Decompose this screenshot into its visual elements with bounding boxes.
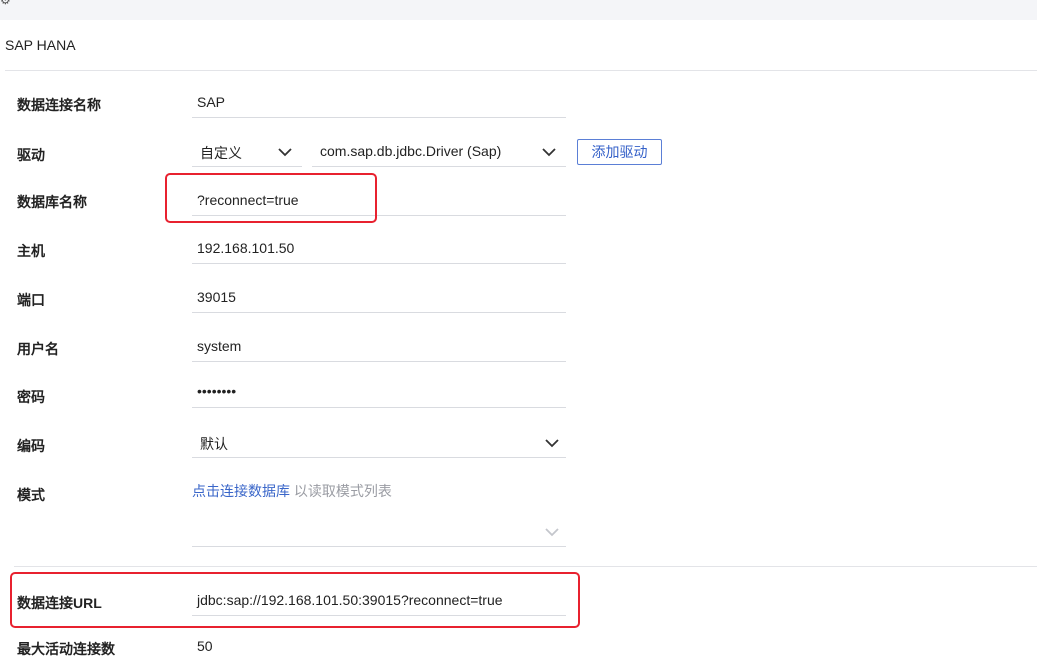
host-value: 192.168.101.50 xyxy=(197,240,295,256)
chevron-down-icon xyxy=(544,527,560,537)
username-value: system xyxy=(197,338,242,354)
encoding-label: 编码 xyxy=(17,438,45,454)
connect-db-link[interactable]: 点击连接数据库 xyxy=(192,483,290,499)
encoding-value: 默认 xyxy=(200,436,228,452)
chevron-down-icon xyxy=(544,438,560,448)
encoding-select[interactable]: 默认 xyxy=(192,429,566,458)
top-toolbar: ⚙ xyxy=(0,0,1037,20)
schema-select[interactable] xyxy=(192,518,566,547)
gear-icon[interactable]: ⚙ xyxy=(0,0,11,7)
driver-type-value: 自定义 xyxy=(200,145,242,161)
chevron-down-icon xyxy=(541,147,557,157)
schema-label: 模式 xyxy=(17,487,45,503)
max-active-input[interactable]: 50 xyxy=(192,633,566,661)
host-label: 主机 xyxy=(17,243,45,259)
password-value: •••••••• xyxy=(197,383,237,399)
highlight-box xyxy=(165,173,377,223)
host-input[interactable]: 192.168.101.50 xyxy=(192,235,566,264)
driver-type-select[interactable]: 自定义 xyxy=(192,138,302,167)
add-driver-button[interactable]: 添加驱动 xyxy=(577,139,662,165)
chevron-down-icon xyxy=(277,147,293,157)
conn-name-input[interactable]: SAP xyxy=(192,89,566,118)
divider xyxy=(5,70,1037,71)
schema-hint: 点击连接数据库 以读取模式列表 xyxy=(192,481,392,501)
username-label: 用户名 xyxy=(17,341,59,357)
page-title: SAP HANA xyxy=(5,37,76,53)
driver-value: com.sap.db.jdbc.Driver (Sap) xyxy=(320,143,502,159)
max-active-label: 最大活动连接数 xyxy=(17,641,115,657)
password-input[interactable]: •••••••• xyxy=(192,379,566,408)
username-input[interactable]: system xyxy=(192,333,566,362)
port-value: 39015 xyxy=(197,289,236,305)
max-active-value: 50 xyxy=(197,638,213,654)
password-label: 密码 xyxy=(17,389,45,405)
driver-select[interactable]: com.sap.db.jdbc.Driver (Sap) xyxy=(312,138,566,167)
highlight-box xyxy=(10,572,580,628)
conn-name-label: 数据连接名称 xyxy=(17,97,101,113)
port-input[interactable]: 39015 xyxy=(192,284,566,313)
divider xyxy=(14,566,1037,567)
port-label: 端口 xyxy=(17,292,45,308)
conn-name-value: SAP xyxy=(197,94,226,110)
db-name-label: 数据库名称 xyxy=(17,194,87,210)
schema-hint-text: 以读取模式列表 xyxy=(293,483,392,499)
driver-label: 驱动 xyxy=(17,147,45,163)
